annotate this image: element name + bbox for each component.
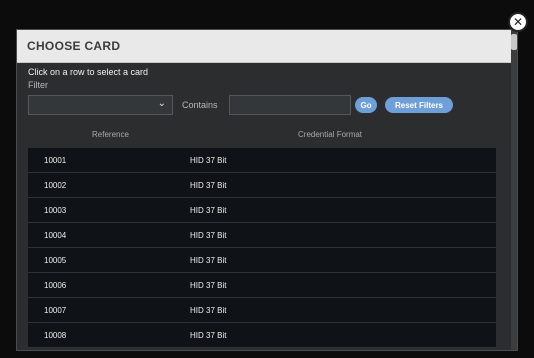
cell-credential-format: HID 37 Bit xyxy=(190,331,227,340)
contains-input[interactable] xyxy=(229,95,351,115)
instructions-text: Click on a row to select a card xyxy=(28,67,149,77)
cell-reference: 10008 xyxy=(44,331,67,340)
choose-card-dialog: CHOOSE CARD Click on a row to select a c… xyxy=(16,29,518,351)
column-header-credential-format[interactable]: Credential Format xyxy=(298,130,362,139)
cell-reference: 10006 xyxy=(44,281,67,290)
scrollbar-thumb[interactable] xyxy=(511,34,517,50)
column-header-reference[interactable]: Reference xyxy=(92,130,129,139)
cell-credential-format: HID 37 Bit xyxy=(190,306,227,315)
cell-reference: 10007 xyxy=(44,306,67,315)
cell-credential-format: HID 37 Bit xyxy=(190,256,227,265)
chevron-down-icon: ⌄ xyxy=(157,98,166,109)
table-row[interactable]: 10003 HID 37 Bit xyxy=(28,198,496,223)
card-table-body: 10001 HID 37 Bit 10002 HID 37 Bit 10003 … xyxy=(28,148,496,348)
cell-reference: 10005 xyxy=(44,256,67,265)
dialog-title: CHOOSE CARD xyxy=(27,39,121,53)
filter-select[interactable]: ⌄ xyxy=(28,95,173,115)
cell-reference: 10001 xyxy=(44,156,67,165)
cell-credential-format: HID 37 Bit xyxy=(190,206,227,215)
table-header: Reference Credential Format xyxy=(28,126,496,144)
table-row[interactable]: 10002 HID 37 Bit xyxy=(28,173,496,198)
table-row[interactable]: 10004 HID 37 Bit xyxy=(28,223,496,248)
cell-credential-format: HID 37 Bit xyxy=(190,281,227,290)
table-row[interactable]: 10005 HID 37 Bit xyxy=(28,248,496,273)
close-button[interactable]: ✕ xyxy=(508,12,528,32)
table-row[interactable]: 10006 HID 37 Bit xyxy=(28,273,496,298)
cell-credential-format: HID 37 Bit xyxy=(190,181,227,190)
dialog-header: CHOOSE CARD xyxy=(17,30,517,63)
table-row[interactable]: 10008 HID 37 Bit xyxy=(28,323,496,348)
cell-reference: 10003 xyxy=(44,206,67,215)
filter-label: Filter xyxy=(28,80,48,90)
reset-filters-button[interactable]: Reset Filters xyxy=(385,97,453,113)
scrollbar[interactable] xyxy=(511,30,517,350)
table-row[interactable]: 10001 HID 37 Bit xyxy=(28,148,496,173)
contains-label: Contains xyxy=(182,100,218,110)
go-button[interactable]: Go xyxy=(355,97,377,113)
close-icon: ✕ xyxy=(512,15,524,29)
cell-credential-format: HID 37 Bit xyxy=(190,156,227,165)
cell-credential-format: HID 37 Bit xyxy=(190,231,227,240)
cell-reference: 10004 xyxy=(44,231,67,240)
table-row[interactable]: 10007 HID 37 Bit xyxy=(28,298,496,323)
cell-reference: 10002 xyxy=(44,181,67,190)
